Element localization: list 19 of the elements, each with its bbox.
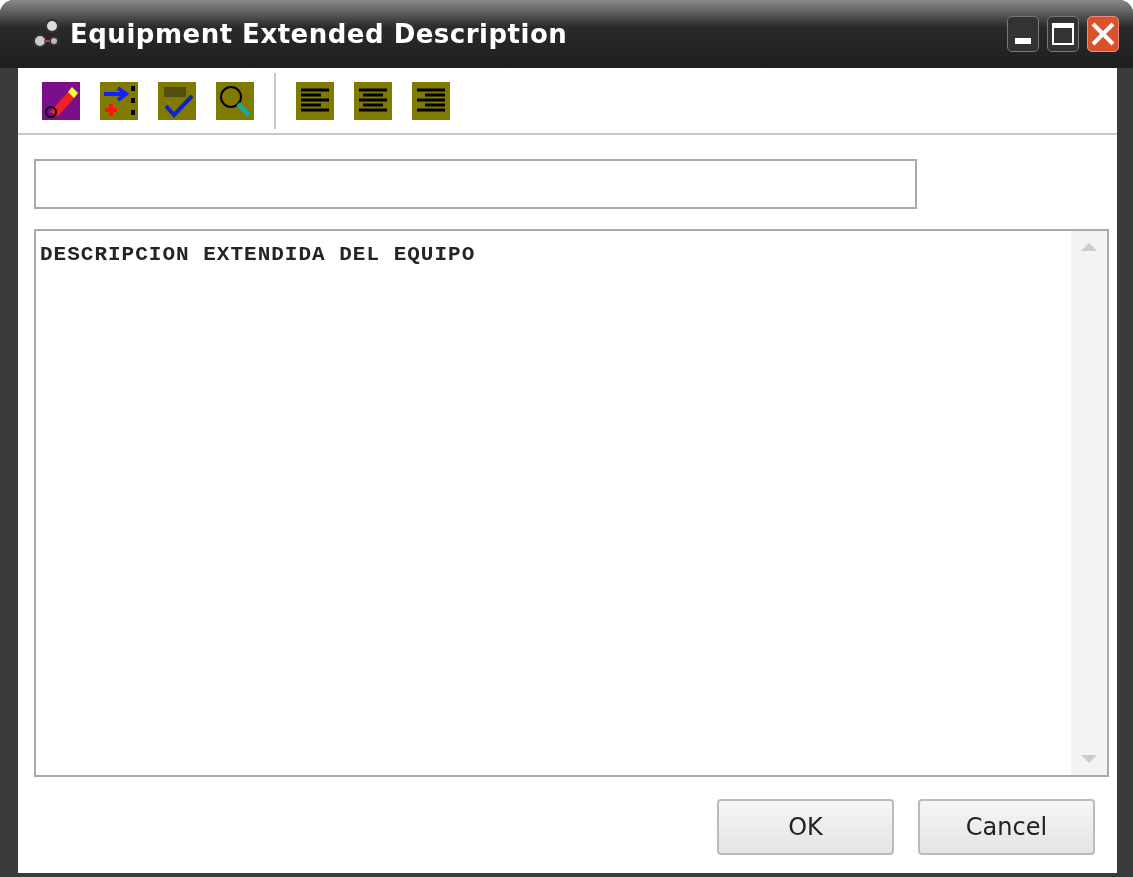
- cancel-button[interactable]: Cancel: [918, 799, 1095, 855]
- align-center-icon[interactable]: [354, 81, 392, 120]
- window-title: Equipment Extended Description: [70, 17, 569, 51]
- insert-icon[interactable]: [100, 81, 138, 120]
- maximize-icon: [1051, 22, 1075, 46]
- close-icon: [1090, 21, 1116, 47]
- ok-button[interactable]: OK: [717, 799, 894, 855]
- gears-icon: [32, 17, 62, 51]
- spellcheck-icon[interactable]: [158, 81, 196, 120]
- maximize-button[interactable]: [1047, 16, 1079, 52]
- minimize-icon: [1015, 38, 1031, 44]
- close-button[interactable]: [1087, 16, 1119, 52]
- input-field[interactable]: [34, 159, 917, 209]
- align-left-icon[interactable]: [296, 81, 334, 120]
- align-right-icon[interactable]: [412, 81, 450, 120]
- search-icon[interactable]: [216, 81, 254, 120]
- minimize-button[interactable]: [1007, 16, 1039, 52]
- eraser-icon[interactable]: [42, 81, 80, 120]
- text-area[interactable]: DESCRIPCION EXTENDIDA DEL EQUIPO: [34, 229, 1109, 777]
